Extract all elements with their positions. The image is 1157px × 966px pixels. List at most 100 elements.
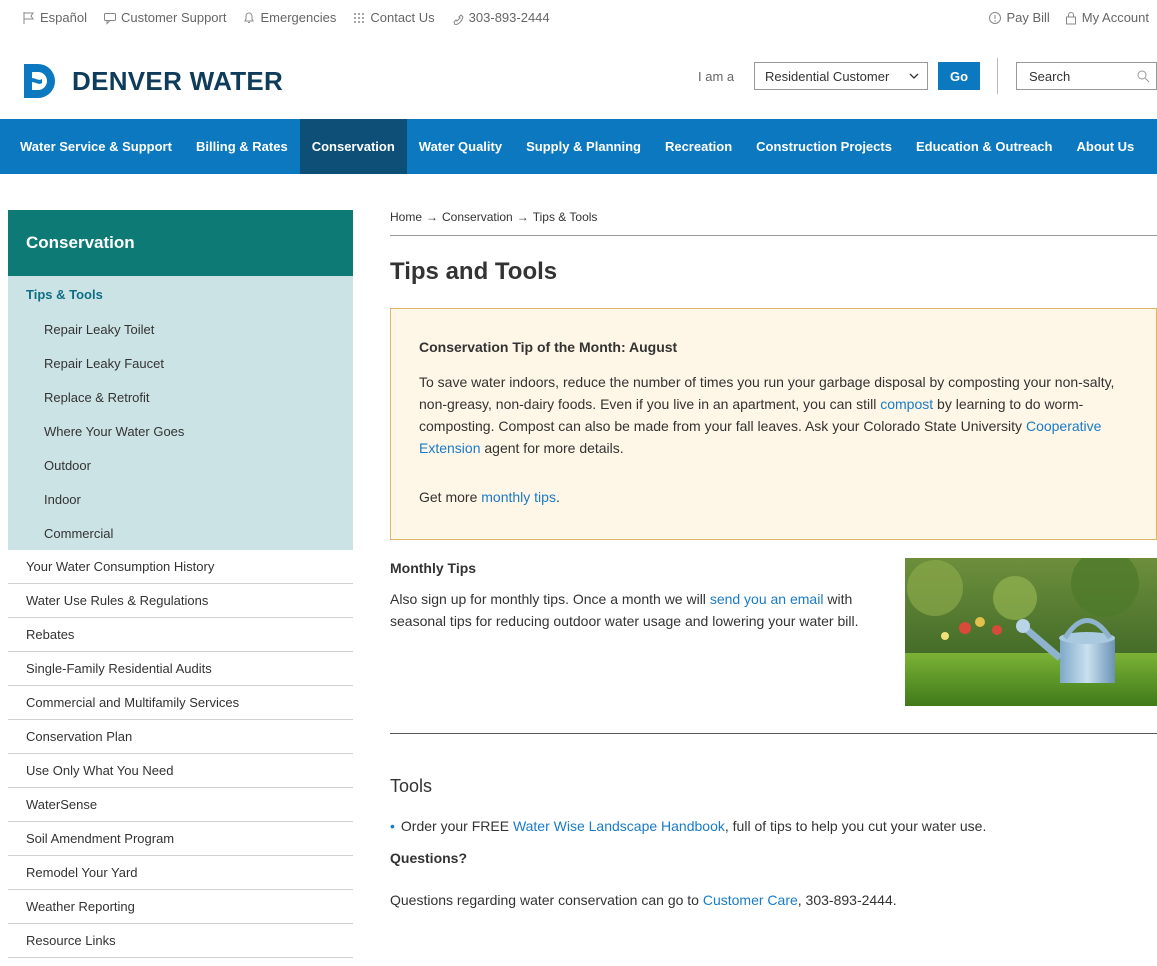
my-account-link[interactable]: My Account bbox=[1064, 10, 1149, 25]
sidebar-child-item[interactable]: Replace & Retrofit bbox=[8, 380, 353, 414]
search-input[interactable]: Search bbox=[1016, 62, 1157, 90]
utility-bar: Español Customer Support Emergencies Con… bbox=[0, 0, 1157, 38]
nav-water-quality[interactable]: Water Quality bbox=[407, 119, 514, 174]
nav-water-service[interactable]: Water Service & Support bbox=[0, 119, 184, 174]
flag-icon bbox=[23, 11, 34, 24]
tools-prefix: Order your FREE bbox=[400, 818, 510, 834]
monthly-text-1: Also sign up for monthly tips. Once a mo… bbox=[390, 591, 706, 607]
sidebar-item[interactable]: Rebates bbox=[8, 618, 353, 652]
sidebar-item[interactable]: Use Only What You Need bbox=[8, 754, 353, 788]
customer-care-link[interactable]: Customer Care bbox=[703, 892, 798, 908]
sidebar-child-item[interactable]: Repair Leaky Faucet bbox=[8, 346, 353, 380]
nav-billing-rates[interactable]: Billing & Rates bbox=[184, 119, 300, 174]
nav-recreation[interactable]: Recreation bbox=[653, 119, 744, 174]
monthly-tips-text: Also sign up for monthly tips. Once a mo… bbox=[390, 588, 882, 632]
logo[interactable]: DENVER WATER bbox=[20, 60, 283, 102]
lock-icon bbox=[1065, 11, 1076, 24]
tools-suffix: , full of tips to help you cut your wate… bbox=[724, 818, 987, 834]
nav-conservation[interactable]: Conservation bbox=[299, 119, 407, 174]
handbook-link[interactable]: Water Wise Landscape Handbook bbox=[513, 818, 725, 834]
section-divider bbox=[390, 733, 1157, 734]
role-select-value: Residential Customer bbox=[765, 68, 890, 84]
phone-label: 303-893-2444 bbox=[468, 10, 550, 25]
sidebar-list: Your Water Consumption History Water Use… bbox=[8, 550, 353, 958]
sidebar-item[interactable]: Your Water Consumption History bbox=[8, 550, 353, 584]
breadcrumb-separator: → bbox=[426, 210, 439, 224]
emergencies-link[interactable]: Emergencies bbox=[242, 10, 336, 25]
tip-of-month-box: Conservation Tip of the Month: August To… bbox=[390, 308, 1157, 540]
sidebar-item[interactable]: Single-Family Residential Audits bbox=[8, 652, 353, 686]
breadcrumb-conservation[interactable]: Conservation bbox=[442, 210, 513, 232]
chat-icon bbox=[103, 12, 116, 25]
bullet-dot: • bbox=[390, 818, 395, 834]
watering-can-image bbox=[905, 558, 1157, 706]
main-content: Home → Conservation → Tips & Tools Tips … bbox=[390, 210, 1157, 908]
questions-heading: Questions? bbox=[390, 850, 468, 866]
search-icon bbox=[1137, 70, 1150, 83]
sidebar-item[interactable]: WaterSense bbox=[8, 788, 353, 822]
pay-bill-link[interactable]: Pay Bill bbox=[988, 10, 1050, 25]
phone-icon bbox=[453, 13, 464, 25]
phone-link[interactable]: 303-893-2444 bbox=[451, 10, 550, 25]
nav-supply-planning[interactable]: Supply & Planning bbox=[514, 119, 653, 174]
customer-support-link[interactable]: Customer Support bbox=[103, 10, 226, 25]
bell-icon bbox=[244, 12, 255, 23]
header-divider bbox=[997, 58, 998, 94]
grid-icon bbox=[354, 12, 365, 23]
contact-us-link[interactable]: Contact Us bbox=[352, 10, 435, 25]
sidebar-submenu: Tips & Tools Repair Leaky Toilet Repair … bbox=[8, 276, 353, 550]
compost-link[interactable]: compost bbox=[880, 396, 933, 412]
tools-list-item: • Order your FREE Water Wise Landscape H… bbox=[390, 818, 986, 834]
tip-text-3: agent for more details. bbox=[484, 440, 624, 456]
tools-heading: Tools bbox=[390, 776, 433, 796]
sidebar-child-item[interactable]: Indoor bbox=[8, 482, 353, 516]
nav-education-outreach[interactable]: Education & Outreach bbox=[904, 119, 1065, 174]
sidebar-item[interactable]: Soil Amendment Program bbox=[8, 822, 353, 856]
watering-can-photo bbox=[905, 558, 1157, 706]
breadcrumb-divider bbox=[390, 235, 1157, 236]
go-button[interactable]: Go bbox=[938, 62, 980, 90]
chevron-down-icon bbox=[909, 73, 919, 79]
espanol-link[interactable]: Español bbox=[22, 10, 87, 25]
sidebar-title[interactable]: Conservation bbox=[8, 210, 353, 276]
my-account-label: My Account bbox=[1081, 10, 1149, 25]
sidebar: Conservation Tips & Tools Repair Leaky T… bbox=[8, 210, 353, 958]
nav-about-us[interactable]: About Us bbox=[1064, 119, 1146, 174]
sidebar-child-item[interactable]: Commercial bbox=[8, 516, 353, 550]
sidebar-item[interactable]: Commercial and Multifamily Services bbox=[8, 686, 353, 720]
more-suffix: . bbox=[555, 489, 560, 505]
send-email-link[interactable]: send you an email bbox=[710, 591, 824, 607]
utility-right: Pay Bill My Account bbox=[988, 10, 1149, 25]
breadcrumb-separator: → bbox=[516, 210, 529, 224]
sidebar-child-item[interactable]: Outdoor bbox=[8, 448, 353, 482]
emergencies-label: Emergencies bbox=[260, 10, 337, 25]
breadcrumb-home[interactable]: Home bbox=[390, 210, 422, 232]
main-nav: Water Service & Support Billing & Rates … bbox=[0, 119, 1157, 174]
i-am-label: I am a bbox=[698, 69, 735, 84]
sidebar-item[interactable]: Conservation Plan bbox=[8, 720, 353, 754]
monthly-tips-link[interactable]: monthly tips bbox=[481, 489, 556, 505]
search-placeholder: Search bbox=[1029, 68, 1071, 84]
denver-water-logo-icon bbox=[24, 64, 55, 98]
sidebar-item[interactable]: Remodel Your Yard bbox=[8, 856, 353, 890]
more-prefix: Get more bbox=[419, 489, 478, 505]
tip-title: Conservation Tip of the Month: August bbox=[419, 339, 678, 355]
sidebar-item[interactable]: Weather Reporting bbox=[8, 890, 353, 924]
page-title: Tips and Tools bbox=[390, 258, 558, 285]
utility-left: Español Customer Support Emergencies Con… bbox=[22, 10, 550, 25]
brand-name: DENVER WATER bbox=[72, 65, 284, 96]
role-select[interactable]: Residential Customer bbox=[754, 62, 928, 90]
sidebar-child-item[interactable]: Repair Leaky Toilet bbox=[8, 312, 353, 346]
tools-bullet-text: Order your FREE Water Wise Landscape Han… bbox=[401, 818, 986, 834]
nav-construction-projects[interactable]: Construction Projects bbox=[744, 119, 904, 174]
sidebar-item[interactable]: Water Use Rules & Regulations bbox=[8, 584, 353, 618]
dollar-icon bbox=[989, 11, 1002, 24]
sidebar-child-item[interactable]: Where Your Water Goes bbox=[8, 414, 353, 448]
breadcrumb-current: Tips & Tools bbox=[532, 210, 598, 224]
questions-text: Questions regarding water conservation c… bbox=[390, 892, 897, 908]
sidebar-item-tips-tools[interactable]: Tips & Tools bbox=[8, 276, 353, 312]
monthly-tips-heading: Monthly Tips bbox=[390, 560, 477, 576]
sidebar-item[interactable]: Resource Links bbox=[8, 924, 353, 958]
tip-body: To save water indoors, reduce the number… bbox=[419, 371, 1139, 459]
breadcrumb: Home → Conservation → Tips & Tools bbox=[390, 210, 1157, 232]
